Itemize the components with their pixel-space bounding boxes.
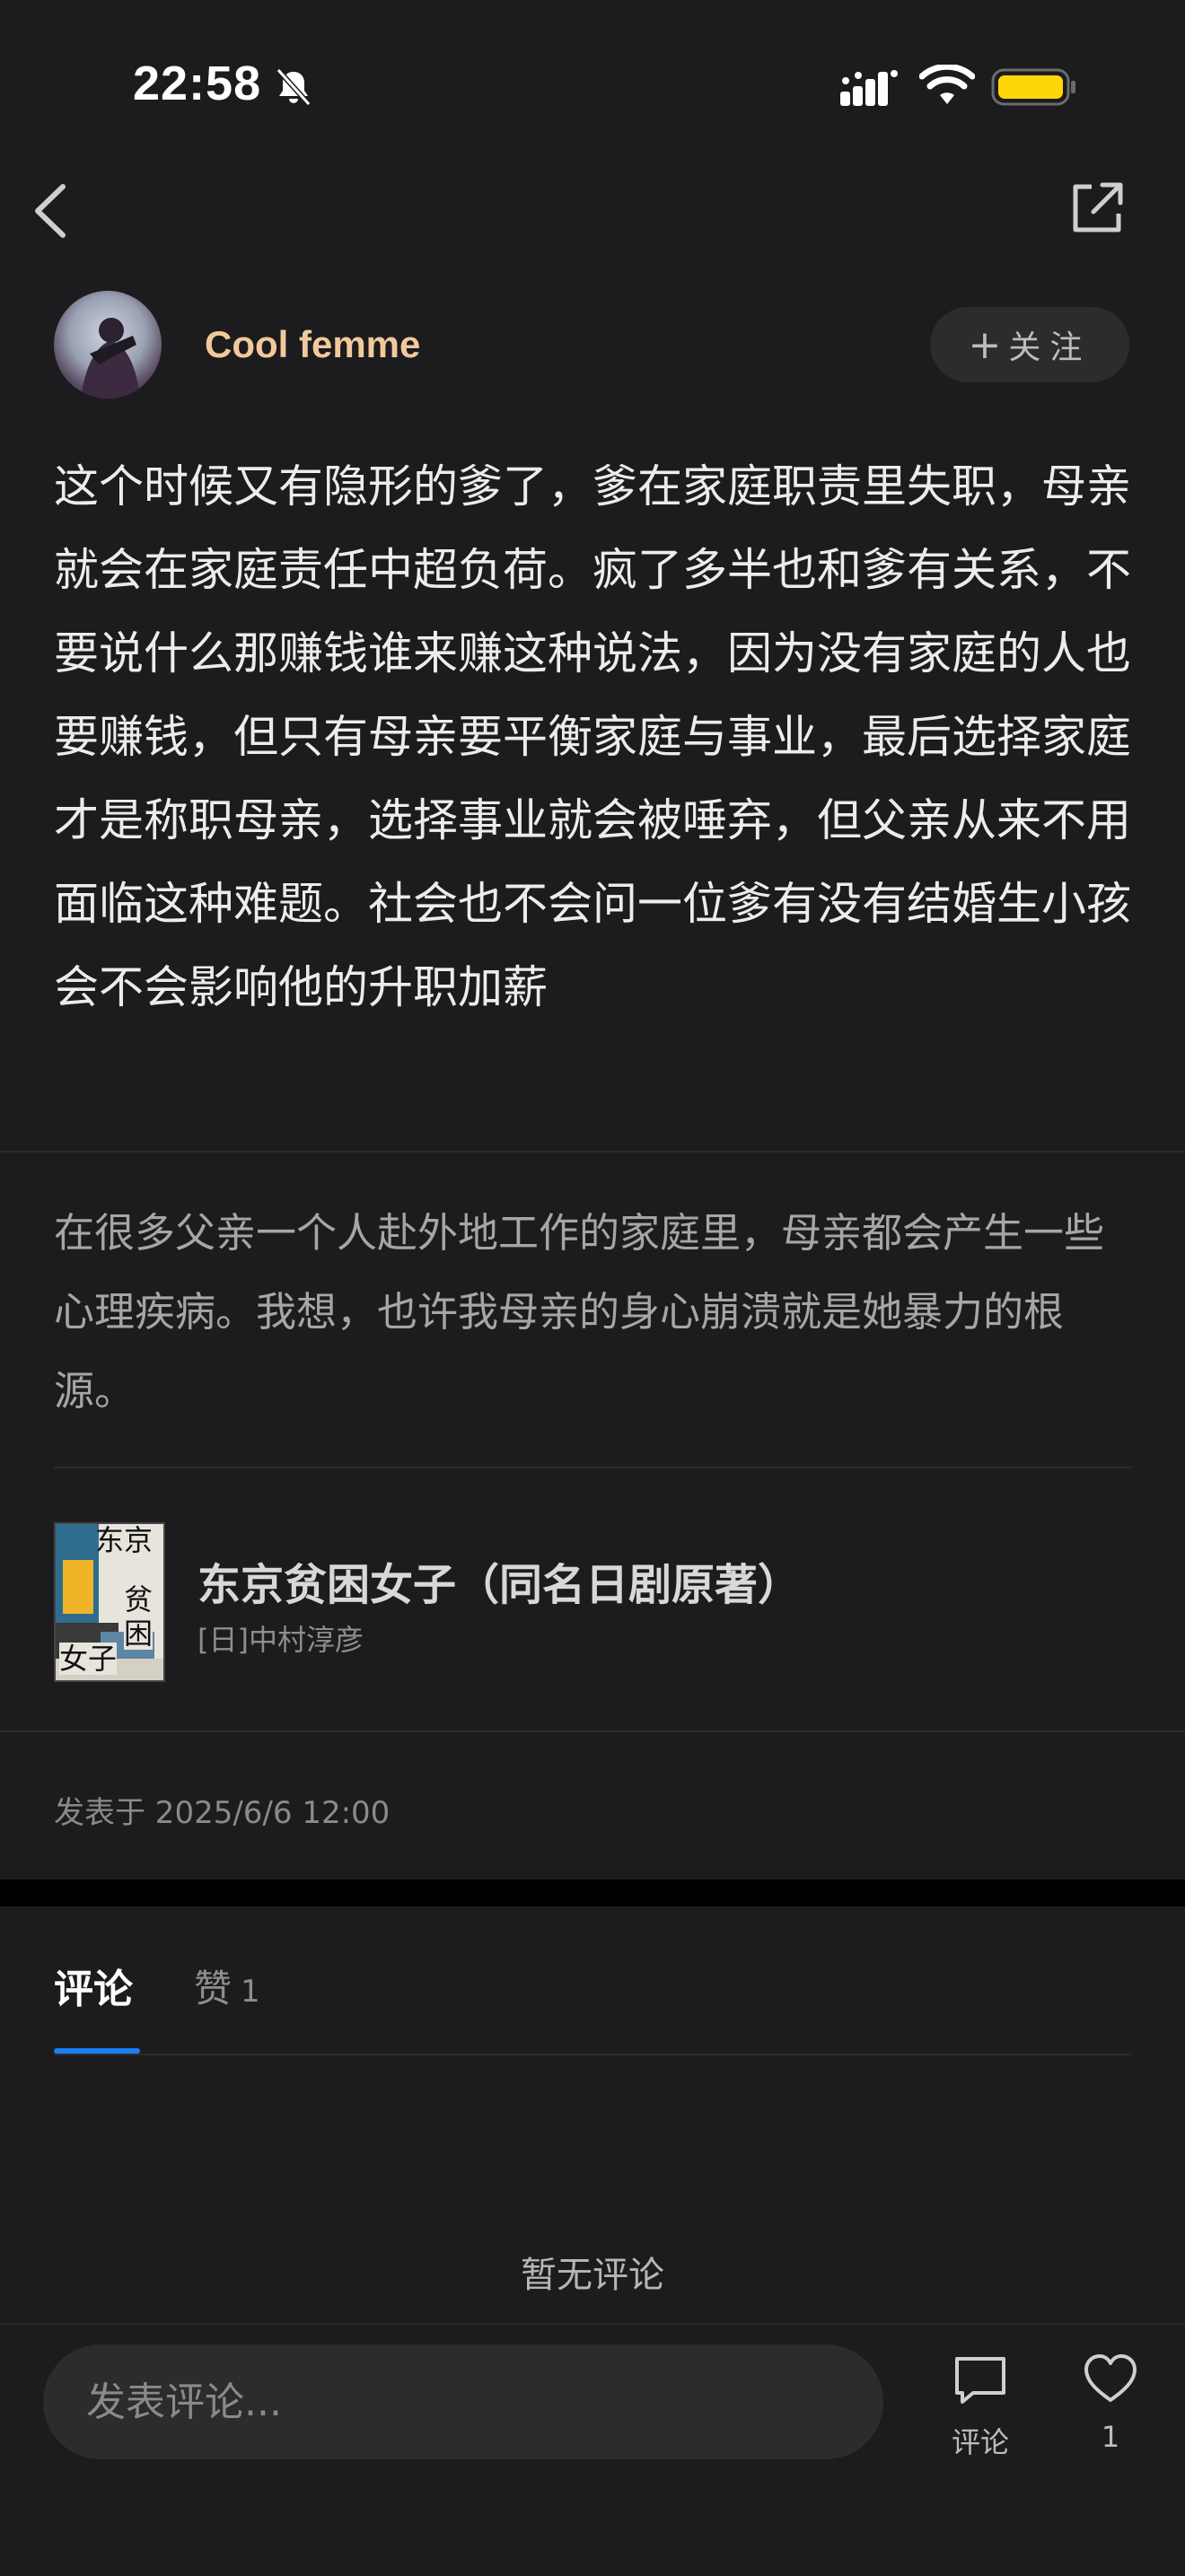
avatar-image <box>81 318 140 399</box>
book-quote: 在很多父亲一个人赴外地工作的家庭里，母亲都会产生一些心理疾病。我想，也许我母亲的… <box>54 1209 1105 1415</box>
book-cover-title-3: 困 <box>124 1617 154 1651</box>
comment-icon[interactable] <box>952 2352 1009 2409</box>
book-cover-title-4: 女子 <box>59 1642 118 1676</box>
book-author: [日]中村淳彦 <box>198 1623 364 1657</box>
divider <box>0 1151 1185 1152</box>
wifi-icon <box>919 65 975 104</box>
share-button[interactable] <box>1068 180 1126 237</box>
publish-time: 发表于 2025/6/6 12:00 <box>54 1795 391 1831</box>
plus-icon: + <box>968 321 1002 368</box>
cellular-signal-icon <box>840 70 898 106</box>
heart-icon[interactable] <box>1083 2352 1138 2405</box>
empty-comments-text: 暂无评论 <box>521 2255 664 2296</box>
follow-label: 关注 <box>1008 329 1092 366</box>
battery-icon <box>991 68 1075 106</box>
section-separator <box>0 1879 1185 1906</box>
tab-likes-label: 赞 <box>194 1967 233 2011</box>
tab-comments[interactable]: 评论 <box>54 1957 133 2014</box>
bell-muted-icon <box>276 67 312 107</box>
back-button[interactable] <box>27 180 74 242</box>
tab-likes-count: 1 <box>241 1974 260 2010</box>
book-cover-title-1: 东京 <box>95 1523 154 1557</box>
avatar[interactable] <box>54 291 162 399</box>
book-cover[interactable]: 东京 贫 困 女子 <box>54 1522 165 1682</box>
status-time: 22:58 <box>133 57 262 110</box>
divider <box>0 1730 1185 1732</box>
follow-button[interactable]: + 关注 <box>930 307 1129 382</box>
comment-input[interactable] <box>43 2344 883 2459</box>
book-cover-title-2: 贫 <box>124 1582 154 1617</box>
divider <box>54 1467 1131 1468</box>
author-name[interactable]: Cool femme <box>205 323 420 366</box>
tab-likes[interactable]: 赞1 <box>194 1958 260 2013</box>
post-text: 这个时候又有隐形的爹了，爹在家庭职责里失职，母亲就会在家庭责任中超负荷。疯了多半… <box>54 460 1131 1013</box>
like-count[interactable]: 1 <box>1083 2420 1138 2454</box>
divider <box>54 2054 1131 2055</box>
book-title[interactable]: 东京贫困女子（同名日剧原著） <box>198 1549 801 1612</box>
comment-button-label[interactable]: 评论 <box>952 2420 1009 2461</box>
